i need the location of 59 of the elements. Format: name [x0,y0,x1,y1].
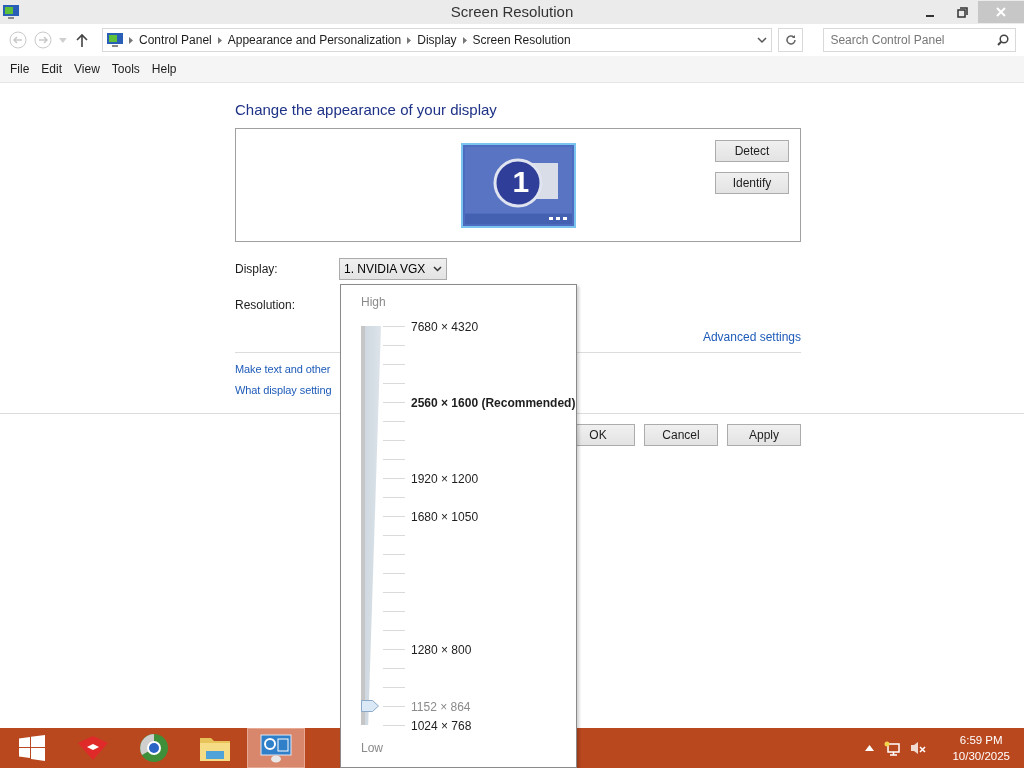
resolution-option[interactable]: 2560 × 1600 (Recommended) [411,395,576,410]
dialog-button[interactable]: Apply [727,424,801,446]
chevron-icon[interactable] [462,36,467,44]
menu-item[interactable]: Help [145,62,183,76]
dialog-button[interactable]: Cancel [644,424,718,446]
chevron-icon[interactable] [217,36,222,44]
clock-time: 6:59 PM [959,733,1003,748]
globe-icon[interactable] [139,733,169,763]
refresh-button[interactable] [778,28,804,52]
menu-item[interactable]: File [4,62,36,76]
field-label: Display: [235,262,279,276]
windows-logo-icon[interactable] [19,735,45,761]
field-label: Resolution: [235,298,296,312]
diamond-app-icon[interactable] [76,735,110,761]
breadcrumb[interactable]: Control Panel [139,33,212,47]
clock-date: 10/30/2025 [952,749,1010,764]
dropdown-caret-icon[interactable] [757,36,768,44]
taskbar-clock[interactable]: 6:59 PM 10/30/2025 [952,732,1010,764]
resolution-option[interactable]: 1152 × 864 [411,699,471,714]
window-title: Screen Resolution [449,3,575,20]
resolution-option[interactable]: 7680 × 4320 [411,319,479,334]
resolution-option[interactable]: 1920 × 1200 [411,471,479,486]
control-panel-icon[interactable] [259,733,293,763]
display-button[interactable]: Detect [715,140,789,162]
slider-label: High [361,295,386,309]
minimize-icon [926,15,934,17]
breadcrumb[interactable]: Screen Resolution [472,33,571,47]
close-icon [996,7,1006,17]
resolution-option[interactable]: 1024 × 768 [411,718,472,733]
search-field[interactable]: Search Control Panel [823,28,1016,52]
search-icon [997,34,1009,46]
monitor-number: 1 [512,167,530,197]
restore-icon [956,6,968,18]
muted-speaker-icon[interactable] [910,741,927,755]
resolution-option[interactable]: 1280 × 800 [411,642,472,657]
resolution-option[interactable]: 1680 × 1050 [411,509,479,524]
slider-label: Low [361,741,383,755]
advanced-settings-link[interactable]: Advanced settings [702,330,801,344]
show-hidden-icons-icon[interactable] [865,745,875,751]
network-icon[interactable] [884,740,901,756]
monitor-drawing[interactable] [460,143,576,228]
section-heading: Change the appearance of your display [235,101,498,118]
help-link[interactable]: Make text and other [235,363,331,375]
monitor-icon [107,32,124,48]
menu-item[interactable]: Edit [35,62,69,76]
taskbar-button[interactable] [247,728,305,768]
display-button[interactable]: Identify [715,172,789,194]
refresh-icon [784,34,797,46]
monitor-icon [3,4,19,20]
breadcrumb[interactable]: Display [417,33,457,47]
menu-item[interactable]: View [68,62,106,76]
help-link[interactable]: What display setting [235,384,332,396]
breadcrumb[interactable]: Appearance and Personalization [227,33,402,47]
chevron-icon[interactable] [407,36,412,44]
chevron-icon[interactable] [129,36,134,44]
menu-item[interactable]: Tools [105,62,146,76]
display-dropdown[interactable]: 1. NVIDIA VGX [339,258,448,280]
slider-thumb[interactable] [361,700,379,712]
chevron-down-icon [433,266,443,272]
